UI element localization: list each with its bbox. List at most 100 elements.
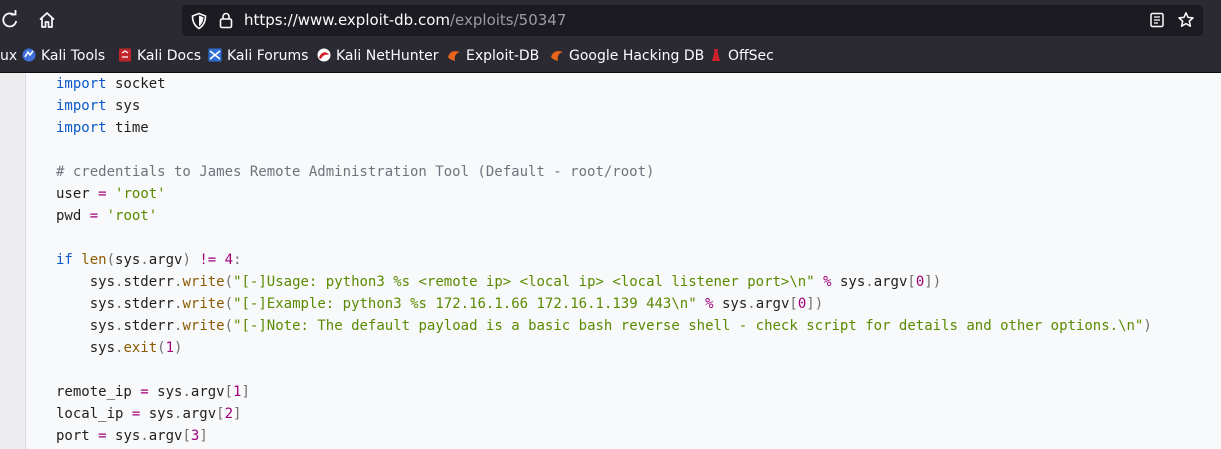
code-token: sys	[148, 384, 183, 400]
code-token: stderr	[123, 274, 175, 290]
kali-nethunter-icon	[317, 48, 331, 62]
code-token: import	[56, 98, 107, 114]
url-host: https://www.exploit-db.com	[244, 11, 450, 29]
code-token: =	[89, 208, 99, 224]
code-token: argv	[755, 296, 790, 312]
code-token: [	[224, 384, 234, 400]
code-token: sys	[831, 274, 866, 290]
reader-view-icon[interactable]	[1149, 12, 1165, 28]
bookmark-label: Kali Forums	[227, 48, 309, 64]
code-token: sys	[56, 274, 116, 290]
bookmark-label: Exploit-DB	[466, 48, 540, 64]
code-line: import time	[56, 117, 1152, 139]
code-token: user	[56, 186, 99, 202]
bookmark-offsec[interactable]: OffSec	[709, 47, 774, 65]
bookmark-kali-forums[interactable]: Kali Forums	[208, 47, 308, 65]
url-text[interactable]: https://www.exploit-db.com/exploits/5034…	[244, 11, 566, 30]
code-token: sys	[56, 318, 116, 334]
page-content: import socket import sys import time # cre…	[0, 73, 1221, 449]
code-token: =	[98, 186, 107, 202]
bookmark-kali-tools[interactable]: Kali Tools	[22, 47, 105, 65]
bookmark-star-icon[interactable]	[1177, 11, 1195, 29]
code-token: 4	[224, 252, 234, 268]
code-token: sys	[106, 98, 141, 114]
code-line: if len(sys.argv) != 4:	[56, 249, 1152, 271]
bookmark-label: OffSec	[728, 48, 774, 64]
bookmark-label: Kali NetHunter	[336, 48, 439, 64]
code-token: %	[705, 296, 714, 312]
browser-toolbar: https://www.exploit-db.com/exploits/5034…	[0, 0, 1221, 40]
code-token: [	[182, 428, 191, 444]
code-token: socket	[106, 76, 166, 92]
code-token: (	[224, 274, 234, 290]
code-token: [	[789, 296, 798, 312]
url-bar[interactable]: https://www.exploit-db.com/exploits/5034…	[182, 5, 1203, 36]
code-token: ])	[924, 274, 942, 290]
code-line: import socket	[56, 73, 1152, 95]
code-token: argv	[148, 252, 183, 268]
bookmark-kali-nethunter[interactable]: Kali NetHunter	[317, 47, 438, 65]
code-token: ]	[241, 384, 250, 400]
code-token: :	[233, 252, 242, 268]
code-block[interactable]: import socket import sys import time # cre…	[25, 73, 1221, 449]
code-line: sys.stderr.write("[-]Example: python3 %s…	[56, 293, 1152, 315]
code-token: 2	[224, 406, 234, 422]
reload-icon[interactable]	[0, 10, 20, 30]
code-token: pwd	[56, 208, 90, 224]
code-lines: import socket import sys import time # cre…	[56, 73, 1152, 447]
bookmark-kali-docs[interactable]: Kali Docs	[118, 47, 201, 65]
home-icon[interactable]	[37, 10, 57, 30]
code-token: if	[56, 252, 73, 268]
code-token: import	[56, 76, 107, 92]
bookmark-google-hacking-db[interactable]: Google Hacking DB	[550, 47, 704, 65]
code-token: 1	[165, 340, 175, 356]
lock-icon[interactable]	[218, 11, 234, 29]
google-hacking-db-icon	[550, 48, 564, 62]
code-token: 'root'	[106, 208, 158, 224]
code-token: sys	[713, 296, 748, 312]
code-token: )	[182, 252, 191, 268]
code-token: %	[823, 274, 832, 290]
code-token: (	[224, 318, 234, 334]
code-token: =	[140, 384, 149, 400]
code-token: remote_ip	[56, 384, 141, 400]
bookmark-partial[interactable]: ux	[0, 47, 17, 65]
code-token: local_ip	[56, 406, 132, 422]
code-token: argv	[182, 406, 217, 422]
code-token: import	[56, 120, 107, 136]
code-token: "[-]Example: python3 %s 172.16.1.66 172.…	[233, 296, 697, 312]
code-token: sys	[56, 296, 116, 312]
exploit-db-icon	[447, 48, 461, 62]
code-token: .	[140, 428, 149, 444]
code-token: ])	[806, 296, 824, 312]
code-line: # credentials to James Remote Administra…	[56, 161, 1152, 183]
bookmark-exploit-db[interactable]: Exploit-DB	[447, 47, 539, 65]
code-token: !=	[199, 252, 217, 268]
code-token: sys	[140, 406, 175, 422]
tracking-protection-shield-icon[interactable]	[190, 12, 208, 30]
code-token: )	[174, 340, 183, 356]
code-line: sys.stderr.write("[-]Usage: python3 %s <…	[56, 271, 1152, 293]
code-token: stderr	[123, 318, 175, 334]
code-token: len	[72, 252, 107, 268]
code-token: write	[182, 274, 225, 290]
code-line: port = sys.argv[3]	[56, 425, 1152, 447]
code-line: sys.stderr.write("[-]Note: The default p…	[56, 315, 1152, 337]
bookmark-label: ux	[0, 48, 18, 64]
code-token: .	[182, 384, 191, 400]
code-token: sys	[115, 252, 141, 268]
code-line: remote_ip = sys.argv[1]	[56, 381, 1152, 403]
kali-docs-icon	[118, 48, 132, 62]
code-line: local_ip = sys.argv[2]	[56, 403, 1152, 425]
code-token: .	[140, 252, 149, 268]
bookmarks-bar: ux Kali Tools Kali Docs Kali Forums Kali…	[0, 40, 1221, 73]
bookmark-label: Kali Docs	[137, 48, 202, 64]
code-line: user = 'root'	[56, 183, 1152, 205]
